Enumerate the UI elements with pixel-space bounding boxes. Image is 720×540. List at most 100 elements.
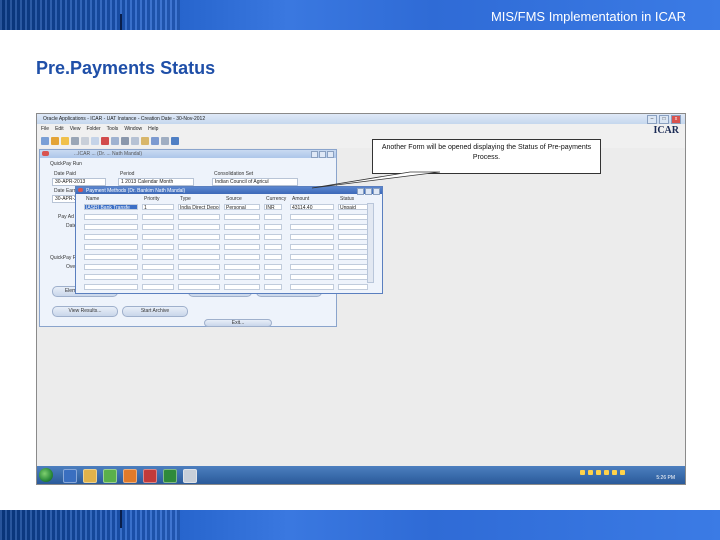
- cell-name[interactable]: [84, 264, 138, 270]
- menu-tools[interactable]: Tools: [107, 126, 119, 135]
- cell-priority[interactable]: [142, 214, 174, 220]
- cell-currency[interactable]: [264, 214, 282, 220]
- cell-source[interactable]: [224, 264, 260, 270]
- cell-status[interactable]: [338, 244, 368, 250]
- cell-type[interactable]: [178, 224, 220, 230]
- cell-type[interactable]: [178, 234, 220, 240]
- cell-status[interactable]: Unpaid: [338, 204, 368, 210]
- cell-amount[interactable]: [290, 284, 334, 290]
- explorer-taskbar-icon[interactable]: [83, 469, 97, 483]
- cell-priority[interactable]: [142, 244, 174, 250]
- cell-amount[interactable]: [290, 264, 334, 270]
- date-paid-field[interactable]: 30-APR-2013: [52, 178, 106, 186]
- cell-status[interactable]: [338, 234, 368, 240]
- copy-icon[interactable]: [131, 137, 139, 145]
- cell-source[interactable]: [224, 254, 260, 260]
- minimize-button[interactable]: –: [647, 115, 657, 124]
- save-icon[interactable]: [41, 137, 49, 145]
- cell-currency[interactable]: [264, 264, 282, 270]
- start-archive-button[interactable]: Start Archive: [122, 306, 188, 317]
- clear-record-icon[interactable]: [101, 137, 109, 145]
- cell-name[interactable]: [84, 224, 138, 230]
- cell-amount[interactable]: [290, 254, 334, 260]
- cell-amount[interactable]: [290, 244, 334, 250]
- payment-form-close-icon[interactable]: [78, 188, 83, 192]
- tray-icon[interactable]: [580, 470, 585, 475]
- cell-source[interactable]: [224, 274, 260, 280]
- cut-icon[interactable]: [121, 137, 129, 145]
- payment-form-close-button[interactable]: [373, 188, 380, 195]
- print-icon[interactable]: [71, 137, 79, 145]
- cell-currency[interactable]: [264, 234, 282, 240]
- cell-priority[interactable]: [142, 234, 174, 240]
- excel-taskbar-icon[interactable]: [163, 469, 177, 483]
- close-form-icon[interactable]: [81, 137, 89, 145]
- cell-type[interactable]: [178, 284, 220, 290]
- form-maximize-button[interactable]: [319, 151, 326, 158]
- cell-amount[interactable]: [290, 274, 334, 280]
- payment-form-maximize-button[interactable]: [365, 188, 372, 195]
- cell-name[interactable]: [84, 234, 138, 240]
- cell-name[interactable]: IASRI Bank Transfe: [84, 204, 138, 210]
- form-close-icon[interactable]: [42, 151, 49, 156]
- period-field[interactable]: 1 2013 Calendar Month: [118, 178, 194, 186]
- tray-icon[interactable]: [612, 470, 617, 475]
- cell-name[interactable]: [84, 244, 138, 250]
- open-icon[interactable]: [61, 137, 69, 145]
- cell-priority[interactable]: [142, 264, 174, 270]
- firefox-taskbar-icon[interactable]: [123, 469, 137, 483]
- help-icon[interactable]: [171, 137, 179, 145]
- start-button-icon[interactable]: [39, 468, 53, 482]
- attachment-icon[interactable]: [161, 137, 169, 145]
- cell-currency[interactable]: [264, 274, 282, 280]
- cell-name[interactable]: [84, 254, 138, 260]
- cell-amount[interactable]: 43114.40: [290, 204, 334, 210]
- cell-name[interactable]: [84, 274, 138, 280]
- cell-amount[interactable]: [290, 214, 334, 220]
- menu-window[interactable]: Window: [124, 126, 142, 135]
- cell-source[interactable]: [224, 234, 260, 240]
- menu-help[interactable]: Help: [148, 126, 158, 135]
- cell-currency[interactable]: [264, 224, 282, 230]
- menu-folder[interactable]: Folder: [86, 126, 100, 135]
- view-results-button[interactable]: View Results...: [52, 306, 118, 317]
- cell-status[interactable]: [338, 264, 368, 270]
- cell-priority[interactable]: [142, 284, 174, 290]
- cell-name[interactable]: [84, 284, 138, 290]
- cell-currency[interactable]: [264, 244, 282, 250]
- close-button[interactable]: x: [671, 115, 681, 124]
- cell-priority[interactable]: 1: [142, 204, 174, 210]
- cell-type[interactable]: India Direct Depo: [178, 204, 220, 210]
- oracle-taskbar-icon[interactable]: [183, 469, 197, 483]
- tray-icon[interactable]: [620, 470, 625, 475]
- consolidation-set-field[interactable]: Indian Council of Agricul: [212, 178, 298, 186]
- cell-type[interactable]: [178, 244, 220, 250]
- form-close-button[interactable]: [327, 151, 334, 158]
- cell-type[interactable]: [178, 214, 220, 220]
- cell-name[interactable]: [84, 214, 138, 220]
- pdf-taskbar-icon[interactable]: [143, 469, 157, 483]
- tray-icon[interactable]: [596, 470, 601, 475]
- cell-currency[interactable]: INR: [264, 204, 282, 210]
- cell-priority[interactable]: [142, 224, 174, 230]
- cell-source[interactable]: [224, 244, 260, 250]
- cell-type[interactable]: [178, 274, 220, 280]
- cell-priority[interactable]: [142, 254, 174, 260]
- cell-amount[interactable]: [290, 234, 334, 240]
- exit-button[interactable]: Exit...: [204, 319, 272, 327]
- cell-source[interactable]: [224, 214, 260, 220]
- navigator-icon[interactable]: [51, 137, 59, 145]
- media-taskbar-icon[interactable]: [103, 469, 117, 483]
- cell-priority[interactable]: [142, 274, 174, 280]
- menu-file[interactable]: File: [41, 126, 49, 135]
- cell-status[interactable]: [338, 274, 368, 280]
- new-record-icon[interactable]: [91, 137, 99, 145]
- cell-type[interactable]: [178, 264, 220, 270]
- cell-amount[interactable]: [290, 224, 334, 230]
- cell-currency[interactable]: [264, 254, 282, 260]
- cell-currency[interactable]: [264, 284, 282, 290]
- ie-taskbar-icon[interactable]: [63, 469, 77, 483]
- cell-status[interactable]: [338, 214, 368, 220]
- cell-status[interactable]: [338, 284, 368, 290]
- form-minimize-button[interactable]: [311, 151, 318, 158]
